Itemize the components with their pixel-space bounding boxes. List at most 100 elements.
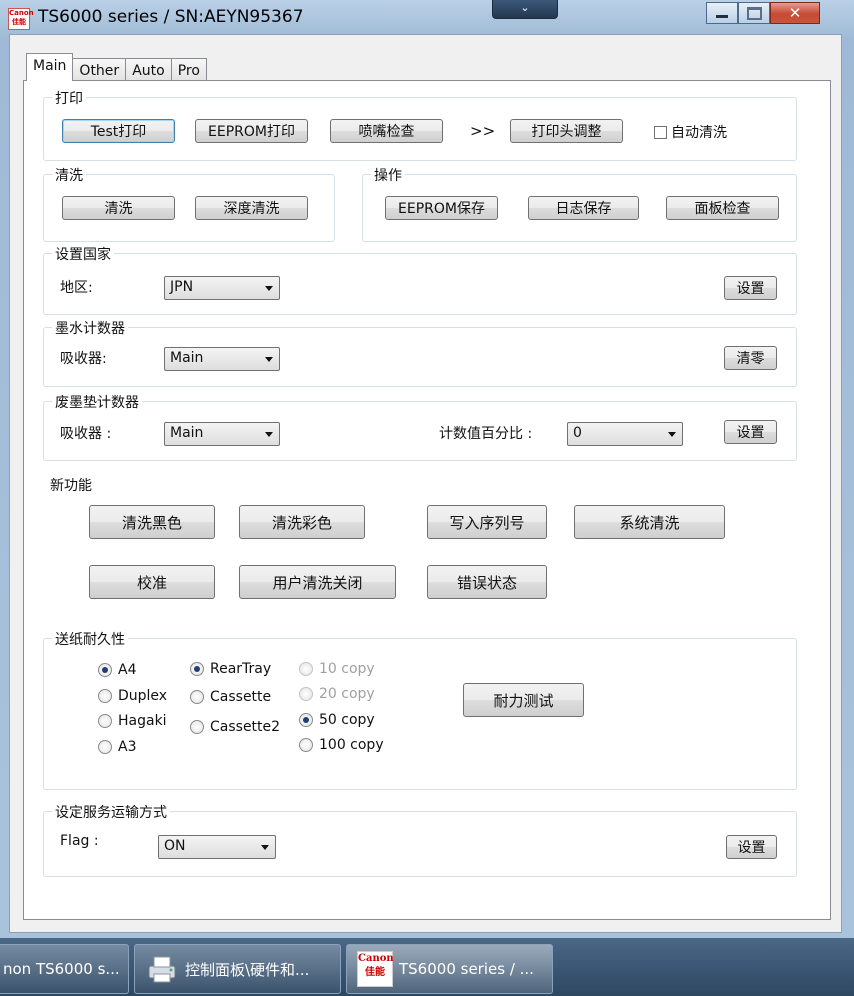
counter-percent-label: 计数值百分比 : [439, 426, 533, 442]
taskbar-item-label: TS6000 series / ... [399, 960, 534, 978]
paper-radio-hagaki[interactable]: Hagaki [98, 713, 167, 729]
new-features-label: 新功能 [50, 478, 92, 494]
deep-clean-button[interactable]: 深度清洗 [195, 196, 308, 220]
radio-indicator[interactable] [98, 740, 112, 754]
tab-page-main: 打印 Test打印 EEPROM打印 喷嘴检查 >> 打印头调整 自动清洗 清洗… [23, 80, 831, 920]
copies-radio-20: 20 copy [299, 686, 375, 702]
taskbar: non TS6000 s... 控制面板\硬件和... Canon 佳能 TS60… [0, 938, 854, 996]
write-serial-button[interactable]: 写入序列号 [427, 505, 547, 539]
tab-main[interactable]: Main [26, 53, 74, 81]
eeprom-save-button[interactable]: EEPROM保存 [385, 196, 498, 220]
canon-icon: Canon 佳能 [357, 951, 394, 987]
ink-absorber-value: Main [170, 350, 204, 366]
system-clean-button[interactable]: 系统清洗 [574, 505, 725, 539]
radio-indicator[interactable] [190, 720, 204, 734]
region-select[interactable]: JPN [164, 276, 280, 300]
auto-clean-checkbox[interactable]: 自动清洗 [654, 122, 727, 142]
counter-percent-value: 0 [573, 425, 582, 441]
shipping-set-button[interactable]: 设置 [726, 835, 777, 859]
chevron-down-icon[interactable]: ⌄ [492, 0, 558, 19]
region-select-value: JPN [170, 279, 194, 295]
operation-group-label: 操作 [371, 165, 405, 185]
tray-radio-reartray[interactable]: RearTray [190, 661, 271, 677]
radio-indicator[interactable] [299, 738, 313, 752]
paper-a4-label: A4 [118, 662, 137, 678]
ink-counter-group: 墨水计数器 吸收器: Main 清零 [43, 318, 797, 387]
eeprom-print-button[interactable]: EEPROM打印 [195, 119, 308, 143]
dropdown-arrow-icon [265, 357, 273, 362]
taskbar-item-label: 控制面板\硬件和... [185, 960, 310, 979]
radio-indicator[interactable] [299, 713, 313, 727]
print-group: 打印 Test打印 EEPROM打印 喷嘴检查 >> 打印头调整 自动清洗 [43, 88, 797, 161]
clean-color-button[interactable]: 清洗彩色 [239, 505, 365, 539]
log-save-button[interactable]: 日志保存 [528, 196, 639, 220]
country-set-button[interactable]: 设置 [724, 276, 777, 300]
tab-strip: Main Other Auto Pro [26, 53, 207, 81]
copies-radio-100[interactable]: 100 copy [299, 737, 384, 753]
waste-absorber-value: Main [170, 425, 204, 441]
tray-radio-cassette2[interactable]: Cassette2 [190, 719, 280, 735]
checkbox-box[interactable] [654, 125, 667, 139]
window-frame: Canon 佳能 TS6000 series / SN:AEYN95367 ⌄ ✕… [0, 0, 854, 938]
dropdown-arrow-icon [261, 845, 269, 850]
radio-indicator [299, 687, 313, 701]
flag-select[interactable]: ON [158, 835, 276, 859]
durability-test-button[interactable]: 耐力测试 [463, 683, 584, 717]
operation-group: 操作 EEPROM保存 日志保存 面板检查 [362, 165, 797, 242]
waste-absorber-select[interactable]: Main [164, 422, 280, 446]
copies-100-label: 100 copy [319, 737, 384, 753]
tab-pro[interactable]: Pro [170, 58, 207, 81]
copies-10-label: 10 copy [319, 661, 375, 677]
counter-percent-select[interactable]: 0 [567, 422, 683, 446]
ink-counter-reset-button[interactable]: 清零 [724, 346, 777, 370]
maximize-button[interactable] [738, 2, 770, 24]
arrow-indicator: >> [470, 122, 496, 140]
waste-absorber-label: 吸收器 : [60, 426, 112, 442]
taskbar-item-ts6000-other[interactable]: non TS6000 s... [0, 944, 129, 994]
title-bar[interactable]: Canon 佳能 TS6000 series / SN:AEYN95367 ⌄ ✕ [0, 0, 854, 34]
tray-radio-cassette[interactable]: Cassette [190, 689, 271, 705]
waste-ink-counter-group: 废墨垫计数器 吸收器 : Main 计数值百分比 : 0 设置 [43, 392, 797, 461]
paper-radio-a3[interactable]: A3 [98, 739, 136, 755]
tray-reartray-label: RearTray [210, 661, 272, 677]
ink-absorber-select[interactable]: Main [164, 347, 280, 371]
clean-group: 清洗 清洗 深度清洗 [43, 165, 335, 242]
print-group-label: 打印 [52, 88, 86, 108]
dialog-client-area: Main Other Auto Pro 打印 Test打印 EEPROM打印 喷… [9, 34, 842, 933]
copies-20-label: 20 copy [319, 686, 375, 702]
radio-indicator[interactable] [190, 662, 204, 676]
waste-ink-counter-label: 废墨垫计数器 [52, 392, 142, 412]
paper-radio-duplex[interactable]: Duplex [98, 688, 167, 704]
tab-auto[interactable]: Auto [125, 58, 172, 81]
error-status-button[interactable]: 错误状态 [427, 565, 547, 599]
radio-indicator[interactable] [190, 690, 204, 704]
tab-other[interactable]: Other [72, 58, 127, 81]
ink-absorber-label: 吸收器: [60, 351, 107, 367]
radio-indicator[interactable] [98, 689, 112, 703]
nozzle-check-button[interactable]: 喷嘴检查 [330, 119, 443, 143]
user-clean-off-button[interactable]: 用户清洗关闭 [239, 565, 396, 599]
clean-button[interactable]: 清洗 [62, 196, 175, 220]
paper-radio-a4[interactable]: A4 [98, 662, 136, 678]
minimize-button[interactable] [706, 2, 738, 24]
test-print-button[interactable]: Test打印 [62, 119, 175, 143]
calibrate-button[interactable]: 校准 [89, 565, 215, 599]
shipping-mode-group: 设定服务运输方式 Flag : ON 设置 [43, 802, 797, 877]
printer-icon [148, 956, 176, 983]
tray-cassette2-label: Cassette2 [210, 719, 281, 735]
taskbar-item-ts6000-active[interactable]: Canon 佳能 TS6000 series / ... [346, 944, 553, 994]
tray-cassette-label: Cassette [210, 689, 272, 705]
radio-indicator[interactable] [98, 714, 112, 728]
copies-radio-50[interactable]: 50 copy [299, 712, 375, 728]
panel-check-button[interactable]: 面板检查 [666, 196, 779, 220]
waste-counter-set-button[interactable]: 设置 [724, 420, 777, 444]
clean-black-button[interactable]: 清洗黑色 [89, 505, 215, 539]
taskbar-item-control-panel[interactable]: 控制面板\硬件和... [134, 944, 341, 994]
country-group-label: 设置国家 [52, 244, 114, 264]
ink-counter-label: 墨水计数器 [52, 318, 128, 338]
clean-group-label: 清洗 [52, 165, 86, 185]
dropdown-arrow-icon [265, 432, 273, 437]
head-align-button[interactable]: 打印头调整 [510, 119, 623, 143]
close-button[interactable]: ✕ [770, 2, 820, 24]
radio-indicator[interactable] [98, 663, 112, 677]
